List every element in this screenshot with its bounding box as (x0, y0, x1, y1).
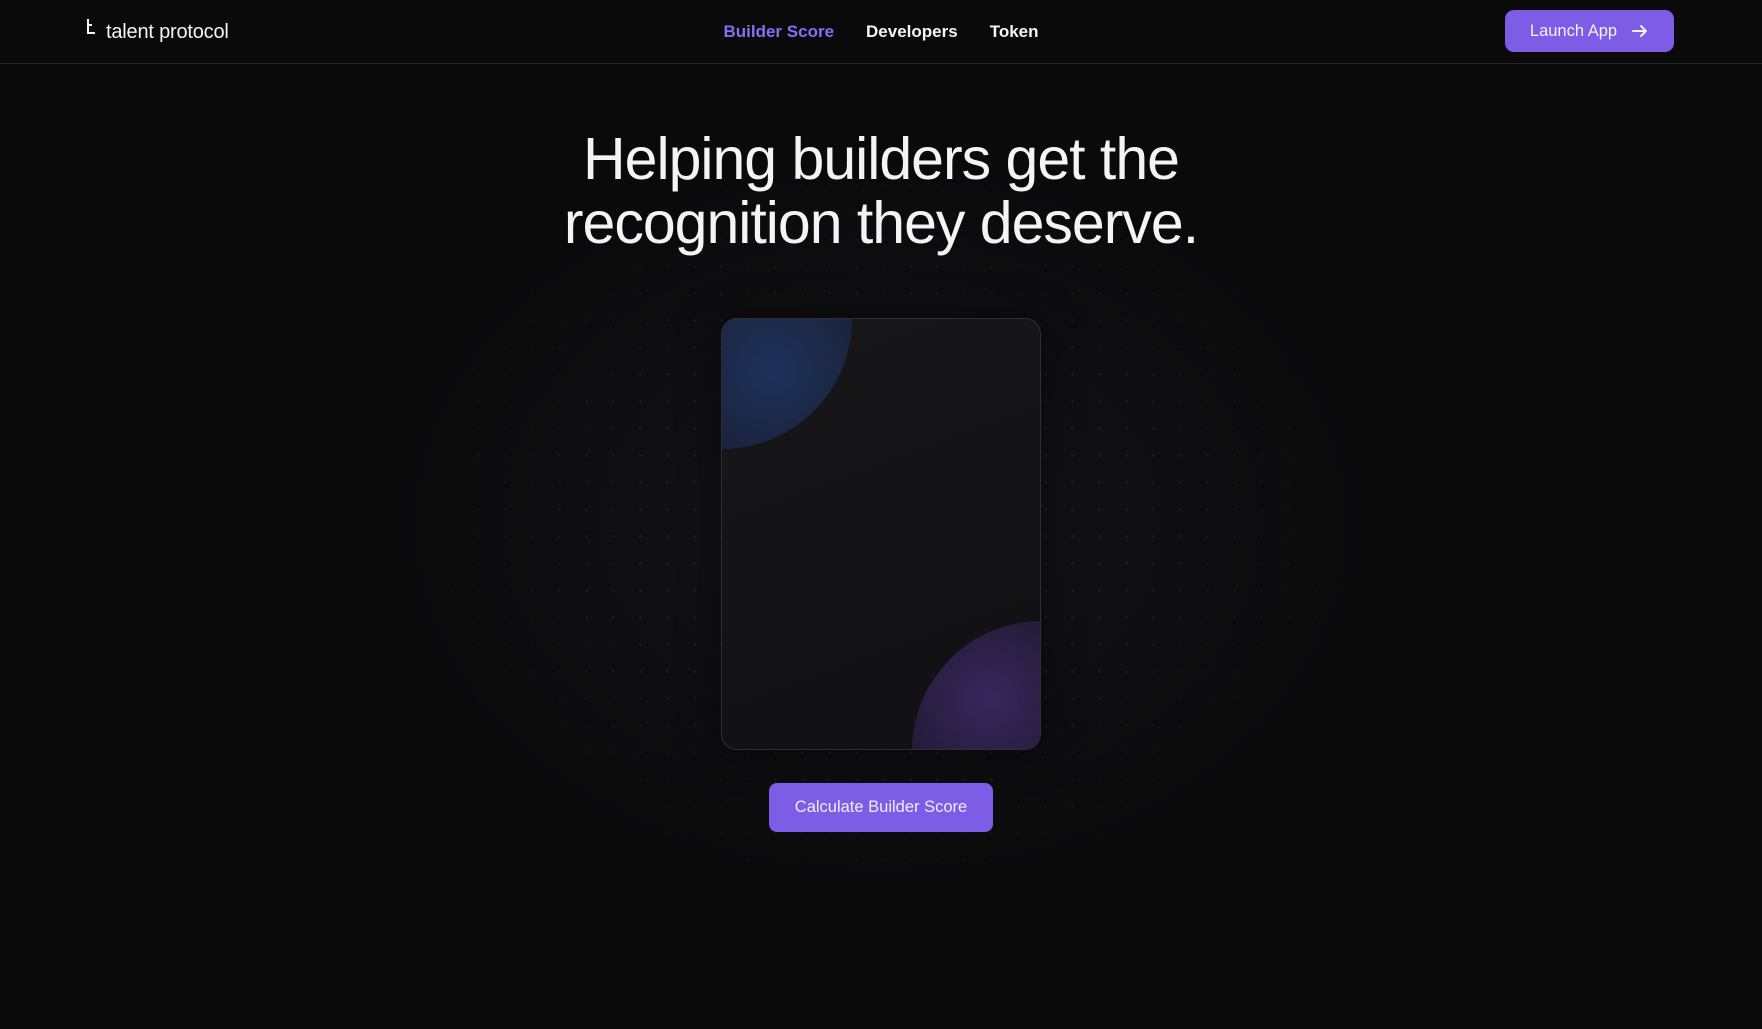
nav-item-token[interactable]: Token (990, 22, 1039, 42)
launch-app-label: Launch App (1529, 21, 1618, 40)
nav-item-builder-score[interactable]: Builder Score (723, 22, 834, 42)
builder-score-card (721, 318, 1041, 750)
brand-link[interactable]: talent protocol (86, 18, 229, 46)
top-navbar: talent protocol Builder Score Developers… (0, 0, 1762, 64)
main-nav: Builder Score Developers Token (0, 0, 1762, 64)
brand-name: talent protocol (106, 20, 229, 43)
hero-title: Helping builders get the recognition the… (0, 127, 1762, 255)
arrow-right-icon (1632, 25, 1648, 37)
nav-item-developers[interactable]: Developers (866, 22, 958, 42)
purple-gradient-orb (912, 621, 1040, 749)
calculate-builder-score-button[interactable]: Calculate Builder Score (769, 783, 993, 832)
hero-title-line-1: Helping builders get the (583, 126, 1180, 192)
talent-protocol-logo-icon (87, 19, 95, 34)
launch-app-button[interactable]: Launch App (1505, 10, 1674, 52)
blue-gradient-orb (722, 319, 852, 449)
page: talent protocol Builder Score Developers… (0, 0, 1762, 1029)
hero-title-line-2: recognition they deserve. (563, 190, 1199, 256)
